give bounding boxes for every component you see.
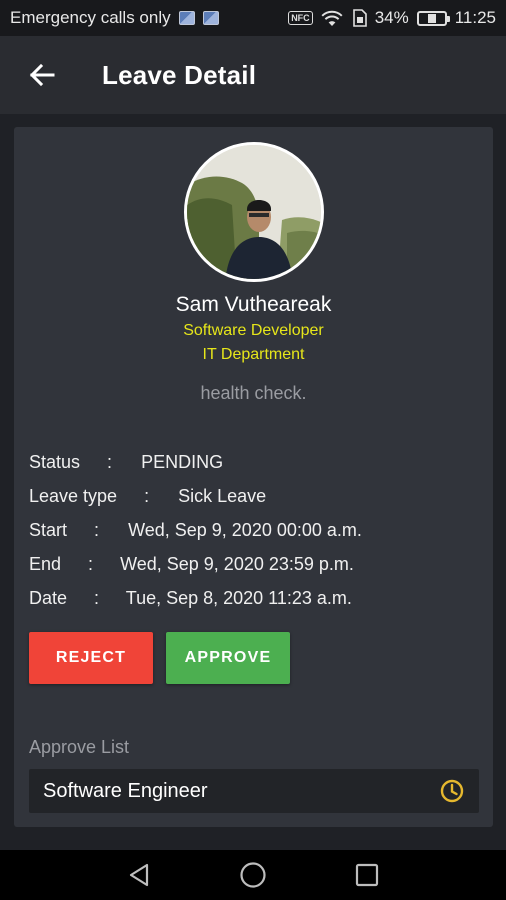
leave-reason: health check. <box>200 383 307 403</box>
clock-time: 11:25 <box>454 8 496 27</box>
detail-value: Wed, Sep 9, 2020 23:59 p.m. <box>120 554 354 574</box>
battery-icon <box>416 10 450 26</box>
job-title: Software Developer <box>183 322 324 339</box>
detail-separator: : <box>144 486 150 506</box>
home-circle-icon <box>240 862 266 888</box>
detail-separator: : <box>107 452 113 472</box>
status-bar: Emergency calls only NFC 34% 11:25 <box>0 0 506 36</box>
detail-row-leave-type: Leave type : Sick Leave <box>29 486 266 507</box>
detail-separator: : <box>94 520 100 540</box>
sim-icon <box>351 9 367 27</box>
app-bar: Leave Detail <box>0 36 506 114</box>
detail-value: PENDING <box>141 452 224 472</box>
detail-label: End <box>29 554 62 574</box>
arrow-back-icon <box>29 63 55 87</box>
battery-level <box>427 13 436 23</box>
profile-photo <box>187 145 321 279</box>
detail-value: Tue, Sep 8, 2020 11:23 a.m. <box>125 588 352 608</box>
system-nav-bar <box>0 850 506 900</box>
approve-list-label: Approve List <box>29 737 130 757</box>
status-right: NFC 34% 11:25 <box>288 8 496 28</box>
detail-row-date: Date : Tue, Sep 8, 2020 11:23 a.m. <box>29 588 352 609</box>
detail-label: Date <box>29 588 68 608</box>
back-button[interactable] <box>22 55 62 95</box>
employee-name: Sam Vutheareak <box>175 293 332 316</box>
detail-row-start: Start : Wed, Sep 9, 2020 00:00 a.m. <box>29 520 362 541</box>
detail-label: Start <box>29 520 68 540</box>
page-title: Leave Detail <box>102 59 257 90</box>
detail-label: Status <box>29 452 81 472</box>
status-left: Emergency calls only <box>10 8 219 28</box>
image-icon <box>202 11 219 25</box>
clock-icon <box>440 779 464 803</box>
image-icon <box>178 11 195 25</box>
nfc-icon: NFC <box>288 11 313 25</box>
leave-detail-card: Sam Vutheareak Software Developer IT Dep… <box>14 127 493 827</box>
wifi-icon <box>321 10 343 27</box>
nav-back-button[interactable] <box>117 853 161 897</box>
nav-home-button[interactable] <box>231 853 275 897</box>
back-triangle-icon <box>129 863 149 887</box>
avatar <box>184 142 324 282</box>
nav-recents-button[interactable] <box>345 853 389 897</box>
approver-name: Software Engineer <box>43 779 208 802</box>
reject-button[interactable]: REJECT <box>29 632 153 684</box>
approve-button[interactable]: APPROVE <box>166 632 290 684</box>
detail-separator: : <box>88 554 94 574</box>
battery-percent: 34% <box>374 8 409 27</box>
detail-row-status: Status : PENDING <box>29 452 223 473</box>
carrier-text: Emergency calls only <box>10 8 171 27</box>
detail-value: Sick Leave <box>178 486 267 506</box>
detail-row-end: End : Wed, Sep 9, 2020 23:59 p.m. <box>29 554 354 575</box>
recents-square-icon <box>355 863 379 887</box>
department: IT Department <box>202 346 305 363</box>
detail-label: Leave type <box>29 486 118 506</box>
approver-item[interactable]: Software Engineer <box>29 769 479 813</box>
detail-separator: : <box>94 588 100 608</box>
detail-value: Wed, Sep 9, 2020 00:00 a.m. <box>128 520 362 540</box>
